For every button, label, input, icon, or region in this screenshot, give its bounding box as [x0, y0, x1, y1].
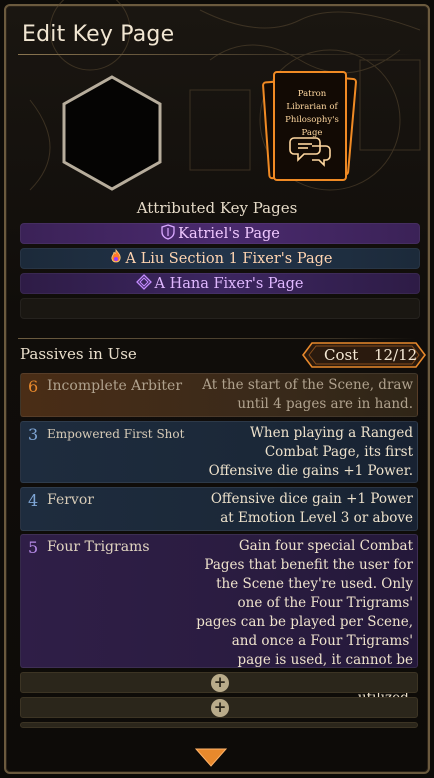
passive-description: At the start of the Scene, draw until 4 …: [202, 377, 413, 412]
title-divider: [18, 54, 414, 55]
key-page-card[interactable]: Patron Librarian of Philosophy's Page: [262, 66, 358, 190]
passive-fervor[interactable]: 4 Fervor Offensive dice gain +1 Power at…: [20, 487, 418, 531]
window-title: Edit Key Page: [22, 22, 175, 47]
passive-four-trigrams[interactable]: 5 Four Trigrams Gain four special Combat…: [20, 534, 418, 706]
attributed-page-label: A Hana Fixer's Page: [154, 276, 304, 292]
attributed-page-label: Katriel's Page: [178, 226, 280, 242]
key-page-name: Patron Librarian of Philosophy's Page: [285, 89, 339, 138]
passive-empowered-first-shot[interactable]: 3 Empowered First Shot When playing a Ra…: [20, 421, 418, 483]
attributed-page-empty-slot[interactable]: [20, 298, 420, 319]
attributed-page-liu[interactable]: A Liu Section 1 Fixer's Page: [20, 248, 420, 269]
scroll-down-arrow-icon[interactable]: [194, 746, 228, 768]
diamond-icon: [136, 274, 153, 290]
passive-name: Fervor: [47, 492, 94, 508]
passive-description: Offensive dice gain +1 Power at Emotion …: [210, 491, 413, 526]
passive-name: Four Trigrams: [47, 539, 150, 555]
attributed-key-pages-title: Attributed Key Pages: [136, 199, 298, 217]
passive-cost: 6: [28, 377, 39, 396]
add-passive-slot-partial[interactable]: [20, 722, 418, 728]
section-divider: [18, 338, 416, 339]
passive-cost: 4: [28, 491, 39, 510]
add-passive-slot[interactable]: +: [20, 697, 418, 718]
passive-cost: 5: [28, 538, 39, 557]
passives-title: Passives in Use: [20, 345, 137, 363]
shield-icon: [161, 224, 175, 240]
attributed-page-hana[interactable]: A Hana Fixer's Page: [20, 273, 420, 294]
passive-name: Incomplete Arbiter: [47, 378, 183, 394]
plus-circle-icon[interactable]: +: [211, 674, 229, 692]
passive-name: Empowered First Shot: [47, 427, 185, 441]
plus-circle-icon[interactable]: +: [211, 699, 229, 717]
empty-hexagon-icon[interactable]: [60, 73, 164, 193]
cost-value: 12/12: [374, 346, 418, 364]
flame-icon: [110, 249, 121, 263]
passive-cost: 3: [28, 425, 39, 444]
attributed-page-katriel[interactable]: Katriel's Page: [20, 223, 420, 244]
attributed-page-label: A Liu Section 1 Fixer's Page: [125, 251, 333, 267]
cost-label: Cost: [324, 346, 359, 364]
passive-description: When playing a Ranged Combat Page, its f…: [208, 425, 413, 479]
add-passive-slot[interactable]: +: [20, 672, 418, 693]
passive-incomplete-arbiter[interactable]: 6 Incomplete Arbiter At the start of the…: [20, 373, 418, 417]
cost-badge: Cost 12/12: [302, 342, 426, 368]
